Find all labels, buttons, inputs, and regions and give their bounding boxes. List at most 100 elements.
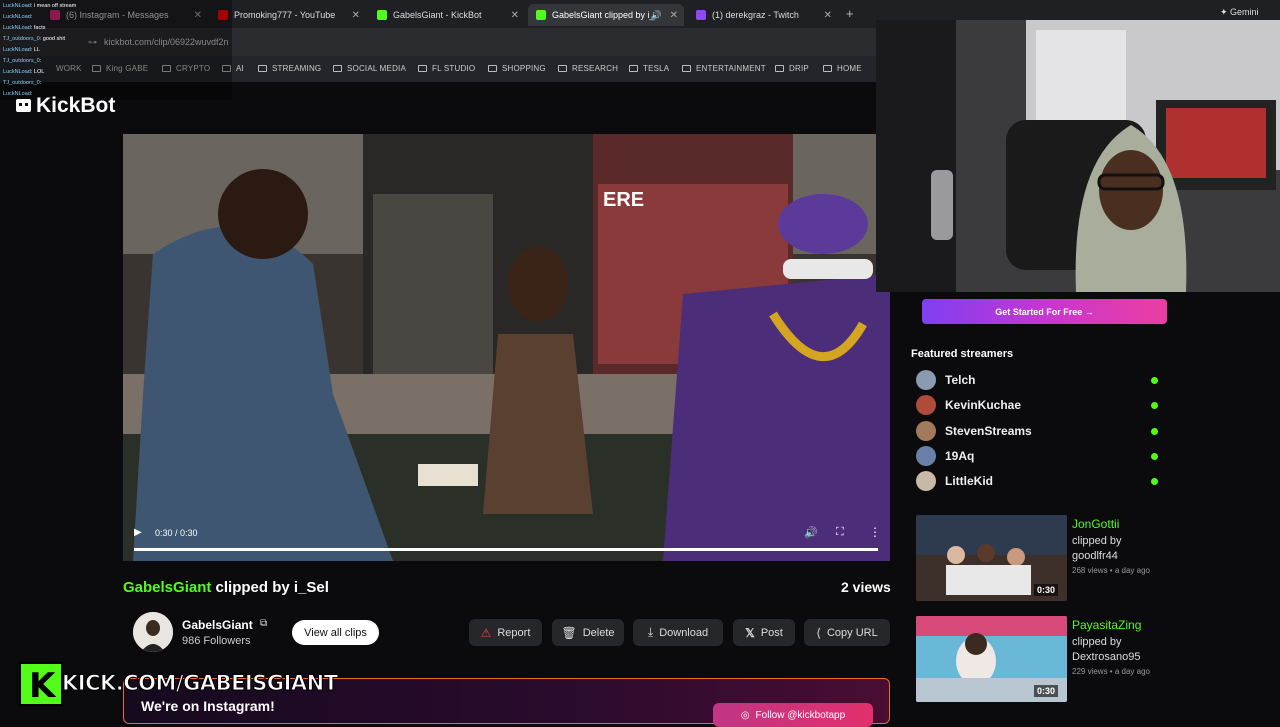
chat-username: LuckNLoad (3, 14, 31, 20)
streamer-avatar (916, 370, 936, 390)
chat-username: LuckNLoad (3, 69, 31, 75)
trash-icon: 🗑 (561, 625, 577, 640)
chat-username: TJ_outdoors_0 (3, 58, 40, 64)
close-icon[interactable]: ✕ (824, 10, 832, 21)
follow-label: Follow @kickbotapp (755, 709, 846, 721)
bookmark-drip[interactable]: DRIP (775, 64, 809, 73)
bookmark-label: AI (236, 64, 244, 73)
follower-count: 986 Followers (182, 635, 251, 647)
channel-name[interactable]: GabelsGiant (182, 618, 253, 632)
chat-username: TJ_outdoors_0 (3, 80, 40, 86)
speaker-icon[interactable]: 🔊 (651, 10, 662, 21)
warning-icon: ⚠ (480, 625, 492, 640)
tab-youtube[interactable]: Promoking777 - YouTube ✕ (210, 4, 366, 26)
external-link-icon[interactable]: ⧉ (260, 618, 267, 629)
avatar-image (133, 612, 173, 652)
bookmark-label: SOCIAL MEDIA (347, 64, 407, 73)
clip-duration: 0:30 (1034, 685, 1059, 697)
clip-card[interactable]: 0:30 JonGottii clipped by goodlfr44 268 … (916, 515, 1176, 601)
close-icon[interactable]: ✕ (670, 10, 678, 21)
live-indicator (1151, 376, 1158, 384)
folder-icon (258, 65, 267, 72)
copy-url-button[interactable]: ⟨ Copy URL (804, 619, 890, 646)
clip-clipped-by: clipped by (1072, 636, 1122, 648)
tab-label: GabelsGiant - KickBot (393, 10, 482, 20)
chat-text: : (30, 14, 33, 20)
streamer-item[interactable]: Telch (916, 370, 1166, 390)
streamer-item[interactable]: LittleKid (916, 471, 1166, 491)
folder-icon (823, 65, 832, 72)
instagram-icon: ◎ (740, 709, 750, 721)
chat-message: LuckNLoad: (3, 91, 32, 97)
share-icon: ⟨ (816, 625, 821, 640)
fullscreen-icon[interactable]: ⛶ (836, 526, 844, 539)
clip-card[interactable]: 0:30 PayasitaZing clipped by Dextrosano9… (916, 616, 1176, 702)
chat-text: : good shit (39, 36, 66, 42)
clip-clipper: clipped by i_Sel (211, 579, 329, 596)
video-player[interactable]: ERE (123, 134, 890, 561)
bookmark-streaming[interactable]: STREAMING (258, 64, 321, 73)
bookmark-label: ENTERTAINMENT (696, 64, 766, 73)
bookmark-label: TESLA (643, 64, 670, 73)
follow-instagram-button[interactable]: ◎ Follow @kickbotapp (713, 703, 873, 727)
clip-title: GabelsGiant clipped by i_Sel (123, 579, 329, 596)
clip-channel-name[interactable]: JonGottii (1072, 517, 1119, 531)
get-started-button[interactable]: Get Started For Free → (922, 299, 1167, 324)
clip-clipper: Dextrosano95 (1072, 651, 1141, 663)
new-tab-button[interactable]: + (846, 6, 854, 21)
chat-text: : facts (30, 25, 46, 31)
bookmark-shopping[interactable]: SHOPPING (488, 64, 546, 73)
bookmark-entertainment[interactable]: ENTERTAINMENT (682, 64, 766, 73)
kick-logo-letter: K (29, 666, 56, 706)
tab-kickbot-clip[interactable]: GabelsGiant clipped by i_ 🔊 ✕ (528, 4, 684, 26)
video-frame: ERE (123, 134, 890, 561)
kickbot-logo-icon (16, 99, 31, 112)
folder-icon (558, 65, 567, 72)
bookmark-label: SHOPPING (502, 64, 546, 73)
close-icon[interactable]: ✕ (352, 10, 360, 21)
chat-text: : LOL (30, 69, 45, 75)
channel-avatar[interactable] (133, 612, 173, 652)
chat-message: LuckNLoad: facts (3, 25, 46, 31)
bookmark-fl-studio[interactable]: FL STUDIO (418, 64, 475, 73)
more-options-icon[interactable]: ⋮ (869, 525, 881, 539)
chat-text: : i mean off stream (30, 3, 77, 9)
volume-icon[interactable]: 🔊 (804, 526, 818, 539)
streamer-item[interactable]: 19Aq (916, 446, 1166, 466)
kickbot-icon (377, 10, 387, 20)
copy-url-label: Copy URL (826, 626, 878, 639)
close-icon[interactable]: ✕ (511, 10, 519, 21)
clip-channel-link[interactable]: GabelsGiant (123, 579, 211, 596)
clip-duration: 0:30 (1034, 584, 1059, 596)
bookmark-home[interactable]: HOME (823, 64, 862, 73)
clip-meta: 229 views • a day ago (1072, 667, 1150, 676)
clip-channel-name[interactable]: PayasitaZing (1072, 618, 1141, 632)
post-button[interactable]: 𝕏 Post (733, 619, 795, 646)
bookmark-research[interactable]: RESEARCH (558, 64, 618, 73)
chat-message: TJ_outdoors_0: (3, 58, 41, 64)
tab-kickbot-channel[interactable]: GabelsGiant - KickBot ✕ (369, 4, 525, 26)
chat-username: TJ_outdoors_0 (3, 36, 40, 42)
view-all-clips-button[interactable]: View all clips (292, 620, 379, 645)
tab-twitch[interactable]: (1) derekgraz - Twitch ✕ (688, 4, 838, 26)
live-indicator (1151, 427, 1158, 435)
delete-button[interactable]: 🗑 Delete (552, 619, 624, 646)
video-progress-bar[interactable] (134, 548, 878, 551)
download-button[interactable]: ⤓ Download (633, 619, 723, 646)
streamer-item[interactable]: KevinKuchae (916, 395, 1166, 415)
play-icon[interactable]: ▶ (134, 527, 142, 538)
bookmark-label: HOME (837, 64, 862, 73)
bookmark-tesla[interactable]: TESLA (629, 64, 669, 73)
chat-message: TJ_outdoors_0: (3, 80, 41, 86)
streamer-item[interactable]: StevenStreams (916, 421, 1166, 441)
kickbot-logo[interactable]: KickBot (36, 94, 115, 118)
report-button[interactable]: ⚠ Report (469, 619, 542, 646)
live-indicator (1151, 452, 1158, 460)
chat-message: LuckNLoad: i mean off stream (3, 3, 76, 9)
streamer-name: StevenStreams (945, 424, 1032, 438)
webcam-image (876, 20, 1280, 292)
folder-icon (775, 65, 784, 72)
gemini-button[interactable]: ✦ Gemini (1220, 7, 1259, 18)
sparkle-icon: ✦ (1220, 7, 1231, 17)
bookmark-social-media[interactable]: SOCIAL MEDIA (333, 64, 406, 73)
